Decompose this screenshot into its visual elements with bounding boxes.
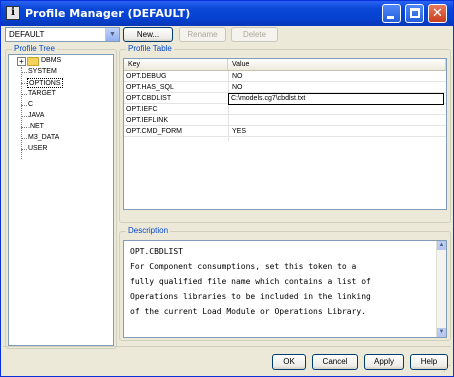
profile-tree[interactable]: + DBMS SYSTEM OPTIONS TARGET C JAVA .NET… — [8, 54, 114, 346]
description-line: Operations libraries to be included in t… — [130, 292, 371, 301]
table-row[interactable]: OPT.IEFC — [124, 105, 446, 115]
description-group: Description OPT.CBDLIST For Component con… — [119, 226, 451, 341]
table-row[interactable]: OPT.HAS_SQL NO — [124, 83, 446, 93]
footer-divider — [3, 346, 451, 347]
tree-item-user[interactable]: USER — [27, 144, 48, 154]
close-button[interactable]: ✕ — [428, 4, 447, 23]
minimize-icon — [387, 16, 394, 19]
minimize-button[interactable] — [382, 4, 401, 23]
row-key: OPT.IEFLINK — [126, 117, 169, 124]
row-value[interactable]: YES — [230, 127, 444, 137]
profile-table-label: Profile Table — [126, 44, 174, 53]
tree-item-dbms[interactable]: DBMS — [40, 56, 62, 66]
description-label: Description — [126, 226, 171, 235]
title-bar[interactable]: i Profile Manager (DEFAULT) ✕ — [1, 1, 453, 26]
table-row[interactable]: OPT.CBDLIST C:\models.cg7\cbdlst.txt — [124, 93, 446, 105]
profile-table-group: Profile Table Key Value OPT.DEBUG NO OPT… — [119, 44, 451, 223]
rename-button[interactable]: Rename — [179, 27, 226, 42]
description-line: of the current Load Module or Operations… — [130, 307, 367, 316]
profile-select[interactable]: DEFAULT ▼ — [5, 27, 120, 42]
new-button[interactable]: New... — [123, 27, 173, 42]
row-key: OPT.HAS_SQL — [126, 84, 174, 91]
description-text: OPT.CBDLIST For Component consumptions, s… — [130, 244, 436, 319]
row-key: OPT.CMD_FORM — [126, 128, 182, 135]
tree-item-java[interactable]: JAVA — [27, 111, 45, 121]
resize-grip-icon[interactable]: ⋰ — [441, 364, 451, 374]
profile-tree-label: Profile Tree — [12, 44, 57, 53]
row-key: OPT.CBDLIST — [126, 95, 172, 102]
window-title: Profile Manager (DEFAULT) — [25, 7, 191, 20]
table-row[interactable]: OPT.CMD_FORM YES — [124, 127, 446, 137]
toolbar: DEFAULT ▼ New... Rename Delete — [5, 27, 449, 43]
maximize-icon — [410, 8, 420, 18]
row-value[interactable]: NO — [230, 83, 444, 93]
row-value[interactable]: NO — [230, 72, 444, 82]
tree-connector-line — [21, 67, 22, 159]
row-key: OPT.IEFC — [126, 106, 158, 113]
description-line: OPT.CBDLIST — [130, 247, 183, 256]
row-key: OPT.DEBUG — [126, 73, 167, 80]
profile-table: Key Value OPT.DEBUG NO OPT.HAS_SQL NO OP… — [123, 58, 447, 210]
delete-button[interactable]: Delete — [231, 27, 278, 42]
maximize-button[interactable] — [405, 4, 424, 23]
profile-manager-app-icon: i — [6, 6, 20, 20]
tree-item-net[interactable]: .NET — [27, 122, 45, 132]
row-value[interactable] — [230, 105, 444, 115]
description-text-area[interactable]: OPT.CBDLIST For Component consumptions, s… — [123, 240, 447, 338]
tree-item-system[interactable]: SYSTEM — [27, 67, 58, 77]
tree-item-m3-data[interactable]: M3_DATA — [27, 133, 60, 143]
expand-icon[interactable]: + — [17, 57, 26, 66]
profile-tree-group: Profile Tree + DBMS SYSTEM OPTIONS TARGE… — [5, 44, 117, 349]
tree-item-c[interactable]: C — [27, 100, 34, 110]
column-header-value[interactable]: Value — [228, 59, 446, 71]
description-scrollbar[interactable]: ▲ ▼ — [436, 241, 446, 337]
chevron-down-icon[interactable]: ▼ — [105, 28, 119, 41]
description-line: For Component consumptions, set this tok… — [130, 262, 357, 271]
ok-button[interactable]: OK — [272, 354, 306, 370]
row-value[interactable] — [230, 116, 444, 126]
description-line: fully qualified file name which contains… — [130, 277, 371, 286]
profile-select-value: DEFAULT — [9, 30, 45, 39]
table-row[interactable]: OPT.DEBUG NO — [124, 72, 446, 82]
table-row[interactable]: OPT.IEFLINK — [124, 116, 446, 126]
row-value-edit-field[interactable]: C:\models.cg7\cbdlst.txt — [228, 93, 444, 105]
tree-item-options[interactable]: OPTIONS — [27, 78, 63, 88]
scroll-down-icon[interactable]: ▼ — [437, 328, 446, 337]
scroll-up-icon[interactable]: ▲ — [437, 241, 446, 250]
close-icon: ✕ — [432, 6, 443, 21]
tree-item-target[interactable]: TARGET — [27, 89, 57, 99]
folder-icon — [27, 57, 39, 66]
apply-button[interactable]: Apply — [364, 354, 404, 370]
column-header-key[interactable]: Key — [124, 59, 228, 71]
cancel-button[interactable]: Cancel — [312, 354, 358, 370]
profile-manager-window: i Profile Manager (DEFAULT) ✕ DEFAULT ▼ … — [0, 0, 454, 377]
